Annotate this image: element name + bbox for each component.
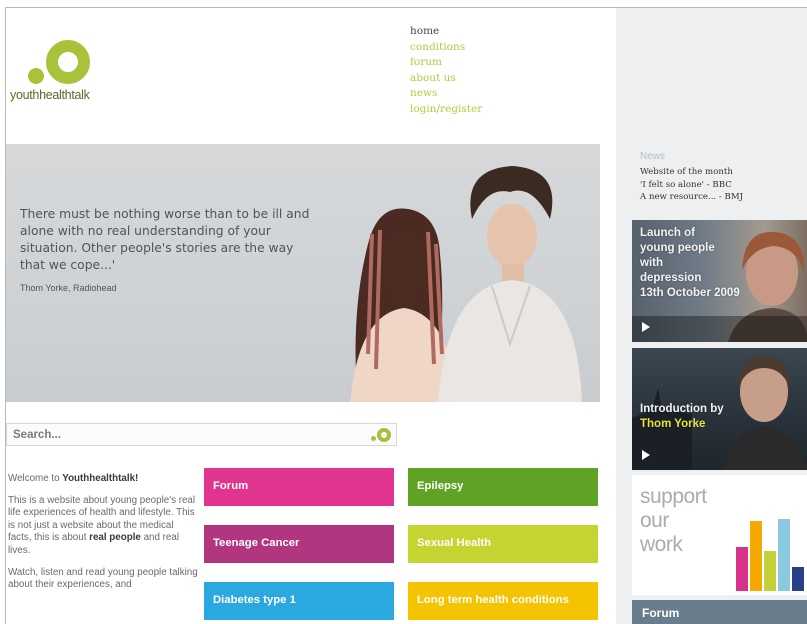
video-control-bar	[632, 316, 807, 342]
welcome-paragraph-bold: real people	[89, 532, 141, 544]
video-depression-line: young people	[640, 242, 715, 254]
video-depression-line: with	[640, 257, 663, 269]
nav-home[interactable]: home	[410, 24, 482, 40]
search-box	[6, 423, 397, 446]
support-line: work	[640, 533, 683, 556]
hero-banner: There must be nothing worse than to be i…	[6, 144, 600, 402]
video-thom-caption: Introduction by Thom Yorke	[640, 402, 724, 432]
news-item[interactable]: A new resource... - BMJ	[640, 191, 743, 204]
video-thom-yorke-intro[interactable]: Introduction by Thom Yorke	[632, 348, 807, 470]
support-bar-lime	[764, 551, 776, 591]
search-input[interactable]	[7, 424, 362, 445]
video-depression-launch[interactable]: Launch of young people with depression 1…	[632, 220, 807, 342]
page-frame: youthhealthtalk home conditions forum ab…	[5, 7, 807, 624]
play-icon[interactable]	[642, 322, 650, 332]
nav-forum[interactable]: forum	[410, 55, 482, 71]
search-logo-ring-icon	[377, 428, 391, 442]
welcome-paragraph: This is a website about young people's r…	[8, 495, 198, 558]
welcome-paragraph-2: Watch, listen and read young people talk…	[8, 566, 198, 591]
video-thom-line2: Thom Yorke	[640, 418, 706, 430]
welcome-text: Welcome to Youthhealthtalk! This is a we…	[8, 473, 198, 601]
news-list: Website of the month 'I felt so alone' -…	[640, 166, 743, 204]
support-bar-magenta	[736, 547, 748, 591]
logo-text: youthhealthtalk	[10, 88, 90, 102]
news-item[interactable]: Website of the month	[640, 166, 743, 179]
hero-quote: There must be nothing worse than to be i…	[20, 207, 310, 272]
hero-person-boy-image	[438, 166, 582, 402]
video-depression-line: depression	[640, 272, 702, 284]
nav-about-us[interactable]: about us	[410, 71, 482, 87]
nav-news[interactable]: news	[410, 86, 482, 102]
video-depression-line: Launch of	[640, 227, 695, 239]
support-bar-lightblue	[778, 519, 790, 591]
welcome-intro: Welcome to Youthhealthtalk!	[8, 473, 198, 486]
search-logo-dot-icon	[371, 436, 376, 441]
sidebar-forum-link[interactable]: Forum	[632, 600, 807, 624]
tile-sexual-health[interactable]: Sexual Health	[408, 525, 598, 563]
nav-login-register[interactable]: login/register	[410, 102, 482, 118]
site-logo[interactable]: youthhealthtalk	[10, 30, 130, 110]
support-line: our	[640, 509, 669, 532]
video-depression-line: 13th October 2009	[640, 287, 740, 299]
search-button[interactable]	[370, 427, 392, 443]
tile-epilepsy[interactable]: Epilepsy	[408, 468, 598, 506]
right-sidebar: News Website of the month 'I felt so alo…	[616, 8, 807, 624]
welcome-site-name: Youthhealthtalk!	[62, 473, 139, 484]
nav-conditions[interactable]: conditions	[410, 40, 482, 56]
welcome-intro-prefix: Welcome to	[8, 473, 63, 484]
logo-ring-icon	[46, 40, 90, 84]
hero-attribution: Thom Yorke, Radiohead	[20, 283, 117, 293]
support-bar-orange	[750, 521, 762, 591]
support-text: support our work	[640, 485, 707, 557]
play-icon[interactable]	[642, 450, 650, 460]
news-item[interactable]: 'I felt so alone' - BBC	[640, 179, 743, 192]
logo-dot-icon	[28, 68, 44, 84]
tile-forum[interactable]: Forum	[204, 468, 394, 506]
tile-teenage-cancer[interactable]: Teenage Cancer	[204, 525, 394, 563]
support-line: support	[640, 485, 707, 508]
news-heading: News	[640, 151, 666, 162]
support-our-work[interactable]: support our work	[632, 475, 807, 595]
tile-long-term-conditions[interactable]: Long term health conditions	[408, 582, 598, 620]
tile-diabetes-type-1[interactable]: Diabetes type 1	[204, 582, 394, 620]
video-thom-line1: Introduction by	[640, 403, 724, 415]
main-nav: home conditions forum about us news logi…	[410, 24, 482, 117]
support-bar-navy	[792, 567, 804, 591]
video-depression-caption: Launch of young people with depression 1…	[640, 226, 740, 301]
